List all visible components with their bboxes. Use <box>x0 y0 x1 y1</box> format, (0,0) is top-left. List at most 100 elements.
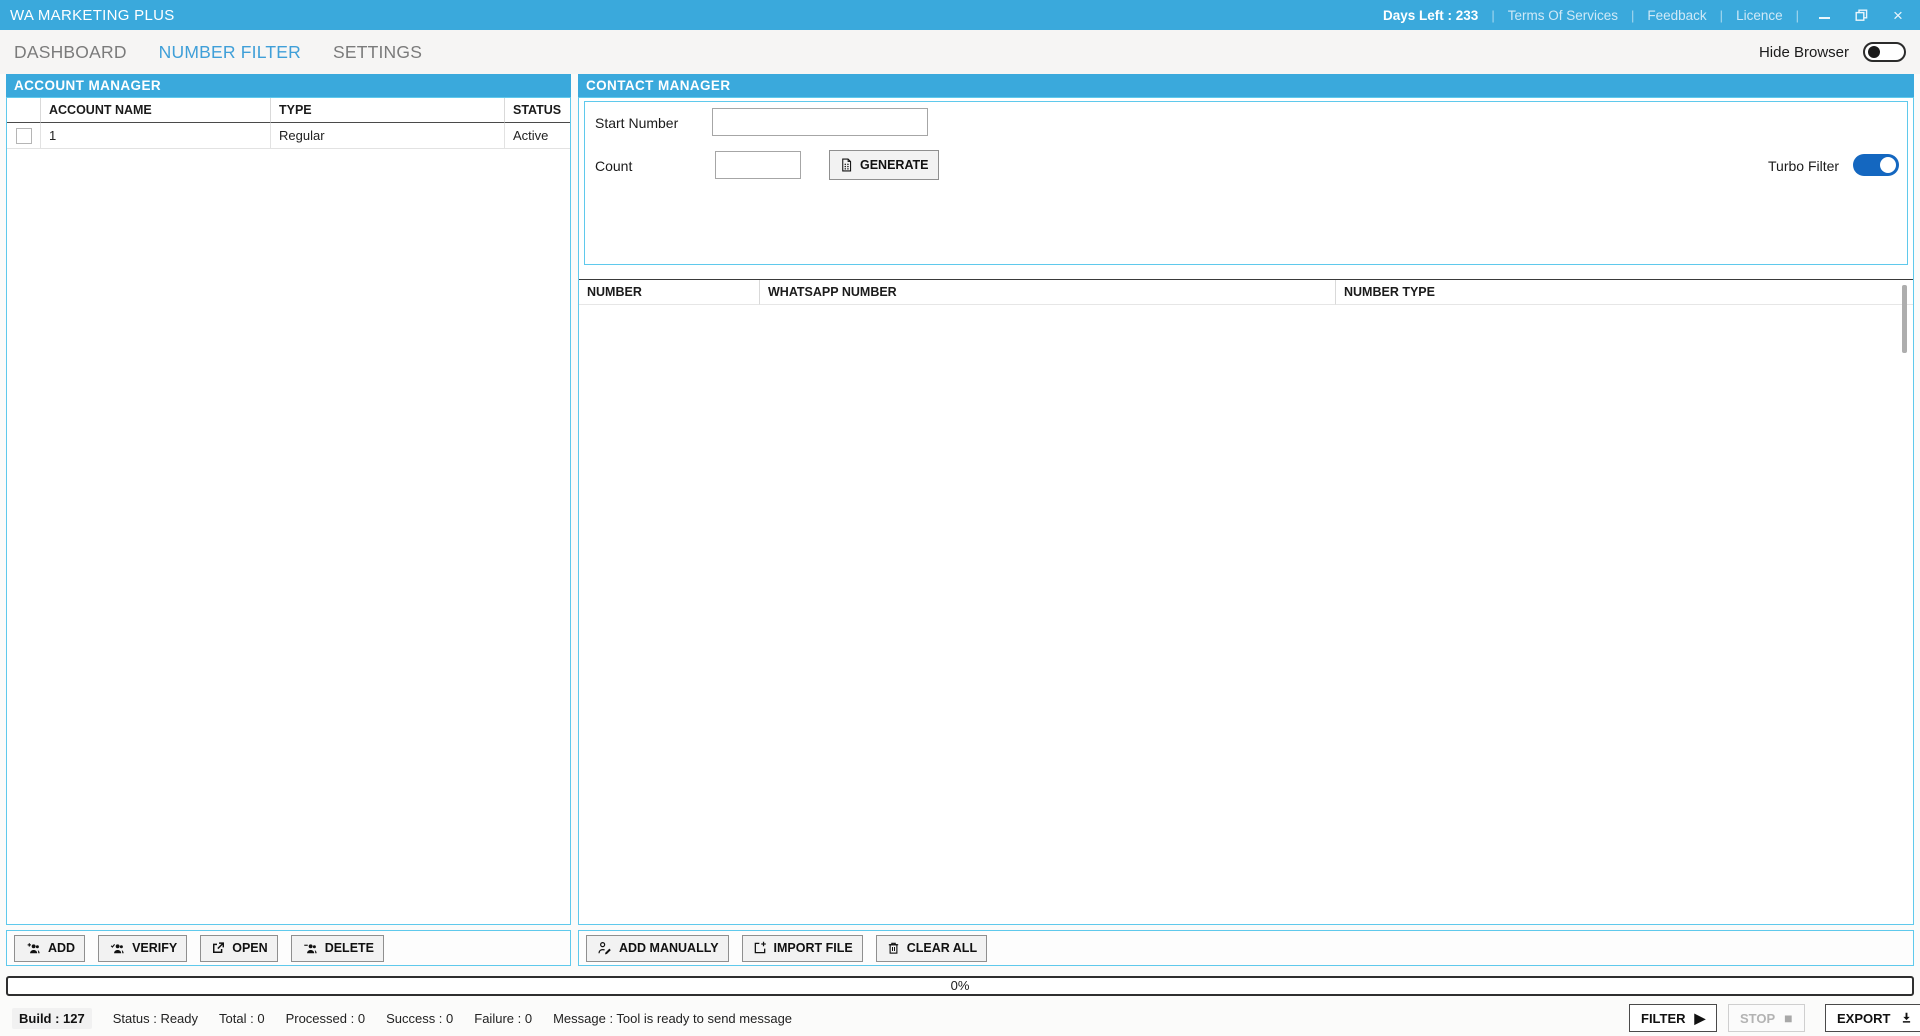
tab-number-filter[interactable]: NUMBER FILTER <box>159 42 301 63</box>
button-label: OPEN <box>232 941 267 955</box>
terms-of-services-link[interactable]: Terms Of Services <box>1508 8 1618 23</box>
select-all-column <box>7 98 41 123</box>
delete-account-button[interactable]: DELETE <box>291 935 384 962</box>
separator: | <box>1491 8 1494 23</box>
progress-label: 0% <box>951 978 970 993</box>
open-external-icon <box>210 940 226 956</box>
account-table-header: ACCOUNT NAME TYPE STATUS <box>7 98 570 123</box>
total-label: Total : 0 <box>219 1011 265 1026</box>
processed-label: Processed : 0 <box>286 1011 366 1026</box>
success-label: Success : 0 <box>386 1011 453 1026</box>
column-number: NUMBER <box>579 280 760 305</box>
toggle-knob <box>1868 46 1880 58</box>
contact-manager-toolbar: ADD MANUALLY IMPORT FILE CLEAR ALL <box>578 930 1914 966</box>
play-icon: ▶ <box>1695 1011 1706 1025</box>
account-manager-title: ACCOUNT MANAGER <box>14 78 161 93</box>
table-row[interactable]: 1 Regular Active <box>7 123 570 149</box>
count-input[interactable] <box>715 151 801 179</box>
number-generator-form: Start Number Count GENERATE Turbo Filter <box>584 101 1908 265</box>
person-add-icon <box>24 941 42 956</box>
progress-bar: 0% <box>6 976 1914 996</box>
column-whatsapp-number: WHATSAPP NUMBER <box>760 280 1336 305</box>
account-manager-toolbar: ADD VERIFY OPEN <box>6 930 571 966</box>
export-button[interactable]: EXPORT <box>1825 1004 1920 1032</box>
button-label: ADD <box>48 941 75 955</box>
row-checkbox[interactable] <box>16 128 32 144</box>
contact-manager-panel: Start Number Count GENERATE Turbo Filter… <box>578 97 1914 925</box>
turbo-filter-label: Turbo Filter <box>1768 158 1839 174</box>
title-bar: WA MARKETING PLUS Days Left : 233 | Term… <box>0 0 1920 30</box>
filter-button[interactable]: FILTER ▶ <box>1629 1004 1717 1032</box>
generate-button[interactable]: GENERATE <box>829 150 939 180</box>
hide-browser-control: Hide Browser <box>1759 42 1906 62</box>
person-check-icon <box>108 941 126 956</box>
contact-table-header: NUMBER WHATSAPP NUMBER NUMBER TYPE <box>579 279 1913 305</box>
minimize-button[interactable] <box>1812 3 1836 27</box>
column-type: TYPE <box>271 98 505 123</box>
tab-dashboard[interactable]: DASHBOARD <box>14 42 127 63</box>
import-file-button[interactable]: IMPORT FILE <box>742 935 863 962</box>
open-account-button[interactable]: OPEN <box>200 935 277 962</box>
column-status: STATUS <box>505 98 570 123</box>
app-title: WA MARKETING PLUS <box>10 7 175 24</box>
tab-settings[interactable]: SETTINGS <box>333 42 422 63</box>
close-button[interactable]: × <box>1886 3 1910 27</box>
account-manager-header: ACCOUNT MANAGER <box>6 74 571 97</box>
add-manually-button[interactable]: ADD MANUALLY <box>586 935 729 962</box>
build-label: Build : 127 <box>12 1008 92 1029</box>
account-name-value: 1 <box>41 123 271 149</box>
start-number-label: Start Number <box>595 115 678 131</box>
account-type-value: Regular <box>271 123 505 149</box>
days-left-label: Days Left : 233 <box>1383 8 1478 23</box>
separator: | <box>1796 8 1799 23</box>
licence-link[interactable]: Licence <box>1736 8 1783 23</box>
separator: | <box>1720 8 1723 23</box>
count-label: Count <box>595 158 632 174</box>
turbo-filter-toggle[interactable] <box>1853 154 1899 176</box>
feedback-link[interactable]: Feedback <box>1647 8 1706 23</box>
close-icon: × <box>1893 7 1903 24</box>
button-label: GENERATE <box>860 158 929 172</box>
failure-label: Failure : 0 <box>474 1011 532 1026</box>
download-icon <box>1899 1010 1914 1026</box>
separator: | <box>1631 8 1634 23</box>
start-number-input[interactable] <box>712 108 928 136</box>
hide-browser-label: Hide Browser <box>1759 44 1849 61</box>
column-number-type: NUMBER TYPE <box>1336 280 1913 305</box>
table-scrollbar[interactable] <box>1902 285 1907 353</box>
column-account-name: ACCOUNT NAME <box>41 98 271 123</box>
row-checkbox-cell <box>7 123 41 149</box>
contact-manager-title: CONTACT MANAGER <box>586 78 731 93</box>
contact-manager-header: CONTACT MANAGER <box>578 74 1914 97</box>
person-remove-icon <box>301 941 319 956</box>
message-label: Message : Tool is ready to send message <box>553 1011 792 1026</box>
button-label: CLEAR ALL <box>907 941 977 955</box>
minimize-icon <box>1819 17 1830 20</box>
clear-all-button[interactable]: CLEAR ALL <box>876 935 987 962</box>
restore-icon <box>1855 9 1868 22</box>
toggle-knob <box>1880 157 1896 173</box>
import-file-icon <box>752 940 768 956</box>
button-label: STOP <box>1740 1011 1775 1026</box>
tab-bar: DASHBOARD NUMBER FILTER SETTINGS Hide Br… <box>0 30 1920 74</box>
button-label: ADD MANUALLY <box>619 941 719 955</box>
button-label: DELETE <box>325 941 374 955</box>
generate-numbers-icon <box>839 157 854 173</box>
account-manager-panel: ACCOUNT NAME TYPE STATUS 1 Regular Activ… <box>6 97 571 925</box>
status-label: Status : Ready <box>113 1011 198 1026</box>
button-label: FILTER <box>1641 1011 1686 1026</box>
button-label: EXPORT <box>1837 1011 1890 1026</box>
button-label: VERIFY <box>132 941 177 955</box>
trash-icon <box>886 940 901 956</box>
stop-button[interactable]: STOP ■ <box>1728 1004 1805 1032</box>
person-edit-icon <box>596 940 613 956</box>
app-window: WA MARKETING PLUS Days Left : 233 | Term… <box>0 0 1920 1036</box>
account-status-value: Active <box>505 123 570 149</box>
hide-browser-toggle[interactable] <box>1863 42 1906 62</box>
stop-icon: ■ <box>1784 1011 1792 1025</box>
title-bar-right: Days Left : 233 | Terms Of Services | Fe… <box>1383 3 1910 27</box>
button-label: IMPORT FILE <box>774 941 853 955</box>
restore-button[interactable] <box>1849 3 1873 27</box>
verify-account-button[interactable]: VERIFY <box>98 935 187 962</box>
add-account-button[interactable]: ADD <box>14 935 85 962</box>
